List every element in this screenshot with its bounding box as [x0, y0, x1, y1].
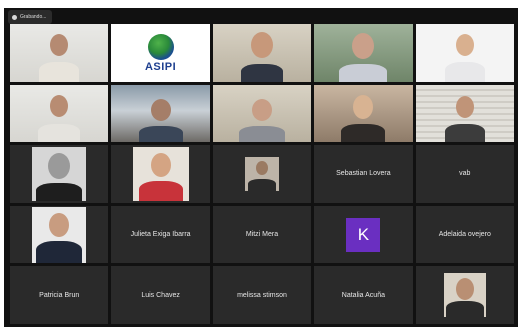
recording-icon — [12, 14, 17, 20]
participant-name: Adelaida ovejero — [438, 231, 491, 239]
participant-name: Julieta Exiga Ibarra — [130, 231, 191, 239]
participant-head — [50, 34, 69, 56]
participant-name: vab — [459, 170, 471, 178]
participant-body — [39, 61, 80, 82]
participant-tile-natalia[interactable]: Natalia Acuña — [314, 266, 413, 324]
video-tile-active-speaker[interactable] — [314, 24, 413, 82]
video-tile-woman-small[interactable] — [212, 145, 312, 203]
recording-label: Grabando... — [20, 14, 47, 20]
video-tile-man-mountain[interactable] — [111, 84, 210, 143]
participant-body — [444, 61, 485, 82]
participant-body — [38, 124, 81, 143]
video-feed — [32, 206, 87, 263]
video-tile-woman-red[interactable] — [111, 145, 210, 203]
participant-name: Sebastian Lovera — [336, 170, 391, 178]
participant-name: Mitzi Mera — [245, 231, 279, 239]
video-tile-man-smiling[interactable] — [212, 24, 312, 82]
participant-head — [250, 32, 273, 58]
participant-body — [240, 63, 283, 82]
participant-head — [352, 33, 375, 59]
participant-tile-luis[interactable]: Luis Chavez — [111, 266, 210, 324]
meeting-view: Grabando... ASIPI Sebastian Lovera vab J… — [4, 8, 518, 327]
recording-indicator[interactable]: Grabando... — [8, 10, 52, 24]
video-tile-woman-portrait-bw[interactable] — [10, 145, 109, 203]
video-tile-woman-warm[interactable] — [314, 84, 413, 143]
participant-tile-mitzi[interactable]: Mitzi Mera — [212, 205, 312, 264]
video-feed — [132, 146, 189, 201]
participant-name: melissa stimson — [237, 291, 287, 299]
participant-head — [150, 98, 171, 121]
participant-tile-melissa[interactable]: melissa stimson — [212, 266, 312, 324]
video-tile-man-frames[interactable] — [212, 84, 312, 143]
video-feed — [32, 146, 87, 201]
video-tile-woman-dark-hair[interactable] — [415, 84, 514, 143]
participant-tile-k-avatar[interactable]: K — [314, 205, 413, 264]
participant-tile-patricia[interactable]: Patricia Brun — [10, 266, 109, 324]
video-feed — [244, 156, 279, 191]
participant-tile-sebastian[interactable]: Sebastian Lovera — [314, 145, 413, 203]
asipi-globe-icon — [147, 34, 174, 61]
video-tile-woman-curly[interactable] — [415, 266, 514, 324]
participant-head — [455, 34, 474, 56]
asipi-logo-text: ASIPI — [144, 61, 177, 74]
video-tile-man-suit[interactable] — [10, 205, 109, 264]
video-feed — [443, 273, 486, 318]
participant-head — [353, 94, 374, 119]
video-tile-woman-office[interactable] — [10, 24, 109, 82]
participant-name: Patricia Brun — [39, 291, 80, 299]
participant-body — [444, 124, 485, 143]
asipi-logo: ASIPI — [111, 24, 210, 82]
participant-body — [138, 126, 183, 143]
participant-head — [251, 98, 272, 121]
participant-tile-vab[interactable]: vab — [415, 145, 514, 203]
video-tile-woman-shelves[interactable] — [10, 84, 109, 143]
participant-body — [341, 124, 386, 143]
participant-tile-julieta[interactable]: Julieta Exiga Ibarra — [111, 205, 210, 264]
participant-body — [238, 126, 285, 143]
participant-head — [455, 95, 474, 118]
video-tile-woman-blonde[interactable] — [415, 24, 514, 82]
avatar: K — [346, 217, 381, 252]
window: Grabando... ASIPI Sebastian Lovera vab J… — [0, 0, 520, 329]
participant-name: Natalia Acuña — [341, 291, 385, 299]
participant-name: Luis Chavez — [141, 291, 180, 299]
video-tile-asipi-logo[interactable]: ASIPI — [111, 24, 210, 82]
participant-tile-adelaida[interactable]: Adelaida ovejero — [415, 205, 514, 264]
participant-body — [339, 63, 388, 82]
participant-head — [50, 94, 69, 117]
gallery-grid: ASIPI Sebastian Lovera vab Julieta Exiga… — [10, 24, 514, 324]
